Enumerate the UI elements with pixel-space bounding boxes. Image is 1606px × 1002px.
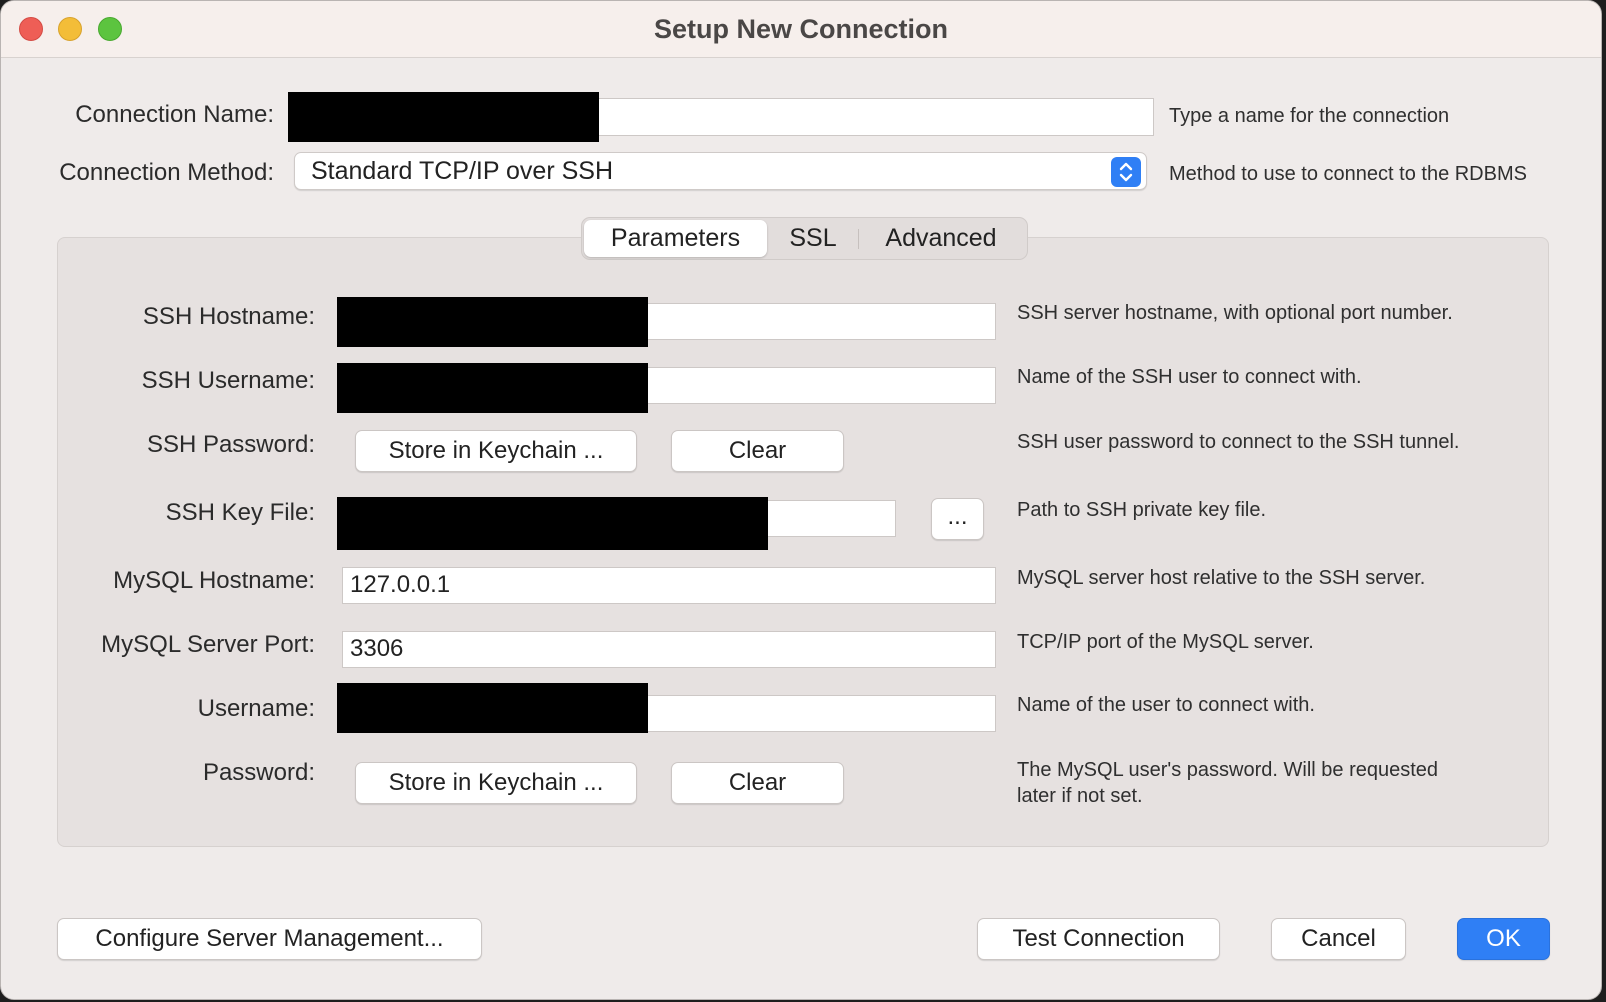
ssh-hostname-label: SSH Hostname:: [142, 303, 315, 330]
ssh-username-hint: Name of the SSH user to connect with.: [1017, 366, 1362, 388]
redacted-ssh-keyfile: [337, 497, 768, 550]
tab-parameters[interactable]: Parameters: [584, 220, 767, 257]
connection-method-label: Connection Method:: [59, 159, 274, 186]
tab-bar: Parameters SSL Advanced: [581, 217, 1028, 260]
ssh-password-hint: SSH user password to connect to the SSH …: [1017, 431, 1460, 453]
clear-password-button[interactable]: Clear: [671, 762, 844, 804]
connection-name-hint: Type a name for the connection: [1169, 105, 1450, 127]
select-arrows-icon: [1111, 157, 1141, 187]
connection-method-value: Standard TCP/IP over SSH: [311, 157, 614, 185]
mysql-hostname-label: MySQL Hostname:: [113, 567, 315, 594]
password-label: Password:: [202, 759, 315, 786]
mysql-hostname-hint: MySQL server host relative to the SSH se…: [1017, 567, 1426, 589]
redacted-ssh-hostname: [337, 297, 648, 347]
ssh-clear-password-button[interactable]: Clear: [671, 430, 844, 472]
mysql-port-hint: TCP/IP port of the MySQL server.: [1017, 631, 1314, 653]
store-in-keychain-button[interactable]: Store in Keychain ...: [355, 762, 637, 804]
cancel-button[interactable]: Cancel: [1271, 918, 1406, 960]
browse-keyfile-button[interactable]: ...: [931, 498, 984, 540]
redacted-ssh-username: [337, 363, 648, 413]
redacted-username: [337, 683, 648, 733]
mysql-port-input[interactable]: 3306: [342, 631, 996, 668]
tab-ssl[interactable]: SSL: [769, 220, 857, 257]
connection-method-hint: Method to use to connect to the RDBMS: [1169, 163, 1527, 185]
ssh-hostname-hint: SSH server hostname, with optional port …: [1017, 302, 1453, 324]
ssh-keyfile-hint: Path to SSH private key file.: [1017, 499, 1267, 521]
connection-method-select[interactable]: Standard TCP/IP over SSH: [294, 152, 1147, 190]
configure-server-management-button[interactable]: Configure Server Management...: [57, 918, 482, 960]
title-bar: Setup New Connection: [1, 1, 1601, 58]
ssh-keyfile-label: SSH Key File:: [165, 499, 315, 526]
password-hint-line1: The MySQL user's password. Will be reque…: [1017, 759, 1439, 781]
ssh-store-in-keychain-button[interactable]: Store in Keychain ...: [355, 430, 637, 472]
ok-button[interactable]: OK: [1457, 918, 1550, 960]
username-label: Username:: [197, 695, 315, 722]
mysql-port-label: MySQL Server Port:: [101, 631, 315, 658]
username-hint: Name of the user to connect with.: [1017, 694, 1315, 716]
connection-name-label: Connection Name:: [75, 101, 274, 128]
setup-connection-dialog: Setup New Connection Connection Name: Ty…: [0, 0, 1602, 1000]
tab-advanced[interactable]: Advanced: [860, 220, 1022, 257]
window-title: Setup New Connection: [653, 14, 948, 44]
tab-separator: [858, 229, 859, 249]
test-connection-button[interactable]: Test Connection: [977, 918, 1220, 960]
ssh-password-label: SSH Password:: [146, 431, 315, 458]
mysql-hostname-input[interactable]: 127.0.0.1: [342, 567, 996, 604]
password-hint-line2: later if not set.: [1017, 785, 1143, 807]
ssh-username-label: SSH Username:: [141, 367, 315, 394]
redacted-connection-name: [288, 92, 599, 142]
